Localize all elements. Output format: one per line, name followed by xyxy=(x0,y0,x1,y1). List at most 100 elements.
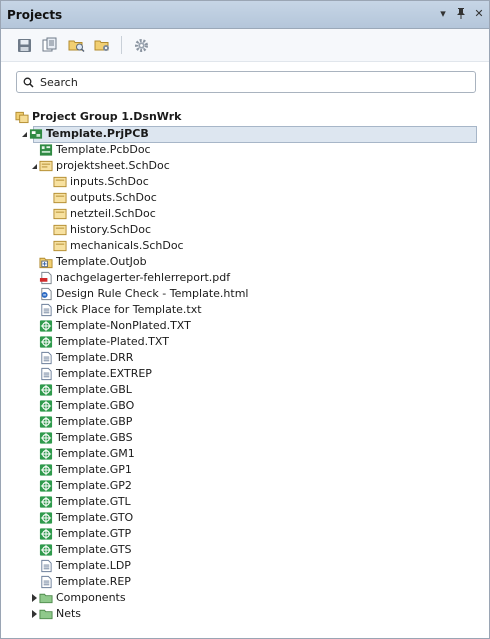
gerber-file-icon xyxy=(39,415,53,429)
expand-icon[interactable] xyxy=(29,592,39,604)
tree-item-file[interactable]: Template.EXTREP xyxy=(1,366,489,382)
file-label: Template.EXTREP xyxy=(56,367,152,380)
tree-item-html[interactable]: Design Rule Check - Template.html xyxy=(1,286,489,302)
gear-icon[interactable] xyxy=(132,36,150,54)
project-group-label: Project Group 1.DsnWrk xyxy=(32,110,182,123)
tree-item-file[interactable]: Template.GP1 xyxy=(1,462,489,478)
pickplace-label: Pick Place for Template.txt xyxy=(56,303,202,316)
file-label: Template.DRR xyxy=(56,351,134,364)
tree-item-file[interactable]: Template.GP2 xyxy=(1,478,489,494)
close-icon[interactable]: ✕ xyxy=(473,7,485,21)
expand-icon[interactable] xyxy=(29,608,39,620)
folder-icon xyxy=(39,591,53,605)
tree-item-child-sheet[interactable]: history.SchDoc xyxy=(1,222,489,238)
folder-search-icon[interactable] xyxy=(67,36,85,54)
gerber-file-icon xyxy=(39,399,53,413)
tree-item-components[interactable]: Components xyxy=(1,590,489,606)
gerber-file-icon xyxy=(39,527,53,541)
tree-item-pdf[interactable]: nachgelagerter-fehlerreport.pdf xyxy=(1,270,489,286)
tree-item-child-sheet[interactable]: mechanicals.SchDoc xyxy=(1,238,489,254)
child-sheet-label: inputs.SchDoc xyxy=(70,175,149,188)
schematic-icon xyxy=(53,207,67,221)
schematic-icon xyxy=(53,175,67,189)
tree-item-nets[interactable]: Nets xyxy=(1,606,489,622)
tree-item-pcbdoc[interactable]: Template.PcbDoc xyxy=(1,142,489,158)
toolbar xyxy=(1,29,489,62)
schematic-icon xyxy=(53,223,67,237)
outjob-icon xyxy=(39,255,53,269)
tree-item-file[interactable]: Template.DRR xyxy=(1,350,489,366)
gerber-file-icon xyxy=(39,543,53,557)
html-label: Design Rule Check - Template.html xyxy=(56,287,249,300)
file-label: Template.GBP xyxy=(56,415,133,428)
search-input[interactable]: Search xyxy=(16,71,476,93)
file-label: Template-NonPlated.TXT xyxy=(56,319,191,332)
panel-menu-icon[interactable]: ▾ xyxy=(437,7,449,21)
tree-item-file[interactable]: Template.GBO xyxy=(1,398,489,414)
tree-item-file[interactable]: Template.GTS xyxy=(1,542,489,558)
search-placeholder: Search xyxy=(40,75,78,89)
gerber-file-icon xyxy=(39,431,53,445)
sheet-label: projektsheet.SchDoc xyxy=(56,159,170,172)
pdf-icon xyxy=(39,271,53,285)
tree-item-file[interactable]: Template.GTP xyxy=(1,526,489,542)
tree-item-file[interactable]: Template.GBS xyxy=(1,430,489,446)
tree-item-file[interactable]: Template.GBP xyxy=(1,414,489,430)
gerber-file-icon xyxy=(39,479,53,493)
workspace-icon xyxy=(15,110,29,124)
file-label: Template.GTL xyxy=(56,495,131,508)
file-label: Template.GM1 xyxy=(56,447,135,460)
tree-item-file[interactable]: Template.GTL xyxy=(1,494,489,510)
file-label: Template.GTS xyxy=(56,543,132,556)
collapse-icon[interactable] xyxy=(29,160,39,172)
pcb-document-icon xyxy=(39,143,53,157)
tree-item-sheet[interactable]: projektsheet.SchDoc xyxy=(1,158,489,174)
tree-item-file[interactable]: Template.LDP xyxy=(1,558,489,574)
schematic-icon xyxy=(39,159,53,173)
tree-item-project[interactable]: Template.PrjPCB xyxy=(1,126,489,143)
pin-icon[interactable] xyxy=(455,7,467,21)
projects-panel: Projects ▾ ✕ Search Project Group 1.DsnW… xyxy=(0,0,490,639)
tree-item-child-sheet[interactable]: inputs.SchDoc xyxy=(1,174,489,190)
tree-item-child-sheet[interactable]: netzteil.SchDoc xyxy=(1,206,489,222)
pdf-label: nachgelagerter-fehlerreport.pdf xyxy=(56,271,231,284)
tree-item-file[interactable]: Template.GTO xyxy=(1,510,489,526)
child-sheet-label: mechanicals.SchDoc xyxy=(70,239,184,252)
child-sheet-label: outputs.SchDoc xyxy=(70,191,157,204)
gerber-file-icon xyxy=(39,495,53,509)
tree-item-file[interactable]: Template.REP xyxy=(1,574,489,590)
panel-titlebar: Projects ▾ ✕ xyxy=(1,1,489,29)
gerber-file-icon xyxy=(39,447,53,461)
schematic-icon xyxy=(53,239,67,253)
file-label: Template.GP2 xyxy=(56,479,132,492)
file-label: Template.GBS xyxy=(56,431,133,444)
tree-item-file[interactable]: Template.GBL xyxy=(1,382,489,398)
pcbdoc-label: Template.PcbDoc xyxy=(56,143,151,156)
tree-item-file[interactable]: Template.GM1 xyxy=(1,446,489,462)
tree-item-project-group[interactable]: Project Group 1.DsnWrk xyxy=(1,109,489,125)
search-icon xyxy=(23,77,34,88)
tree-item-outjob[interactable]: Template.OutJob xyxy=(1,254,489,270)
project-tree: Project Group 1.DsnWrk Template.PrjPCB T… xyxy=(1,109,489,622)
folder-settings-icon[interactable] xyxy=(93,36,111,54)
text-document-icon xyxy=(39,575,53,589)
project-label: Template.PrjPCB xyxy=(46,127,149,140)
schematic-icon xyxy=(53,191,67,205)
child-sheet-label: history.SchDoc xyxy=(70,223,152,236)
tree-item-child-sheet[interactable]: outputs.SchDoc xyxy=(1,190,489,206)
gerber-file-icon xyxy=(39,463,53,477)
text-document-icon xyxy=(39,351,53,365)
gerber-file-icon xyxy=(39,335,53,349)
text-document-icon xyxy=(39,303,53,317)
save-icon[interactable] xyxy=(15,36,33,54)
html-document-icon xyxy=(39,287,53,301)
tree-item-file[interactable]: Template-Plated.TXT xyxy=(1,334,489,350)
tree-item-file[interactable]: Template-NonPlated.TXT xyxy=(1,318,489,334)
copy-icon[interactable] xyxy=(41,36,59,54)
generated-files-list: Template-NonPlated.TXT Template-Plated.TX… xyxy=(1,318,489,590)
tree-item-pickplace[interactable]: Pick Place for Template.txt xyxy=(1,302,489,318)
file-label: Template.GBL xyxy=(56,383,132,396)
panel-title: Projects xyxy=(7,7,63,22)
collapse-icon[interactable] xyxy=(19,128,29,140)
file-label: Template.GP1 xyxy=(56,463,132,476)
